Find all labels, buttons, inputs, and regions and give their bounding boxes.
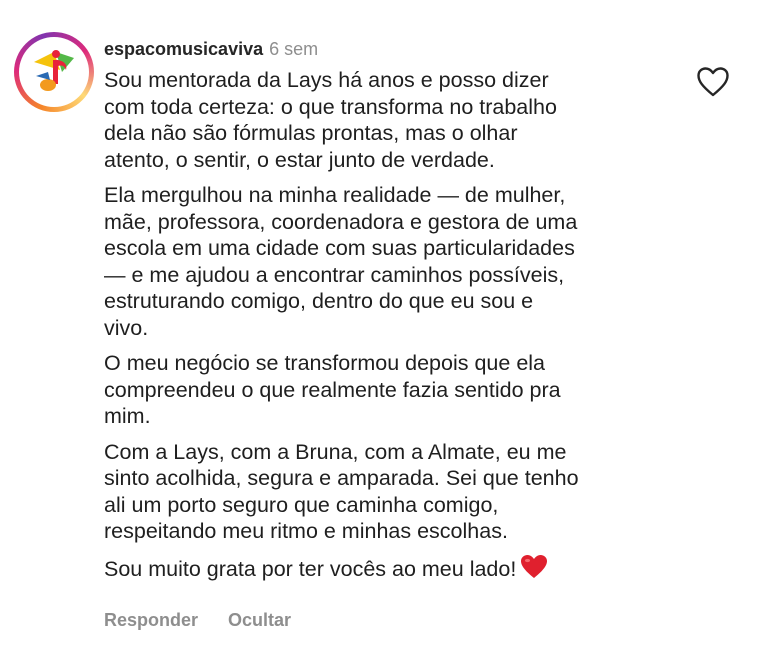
- timestamp: 6 sem: [269, 39, 319, 59]
- comment-paragraph-4: Com a Lays, com a Bruna, com a Almate, e…: [104, 439, 579, 544]
- reply-button[interactable]: Responder: [104, 610, 198, 630]
- like-button[interactable]: [696, 66, 730, 98]
- username[interactable]: espacomusicaviva: [104, 39, 263, 59]
- comment-actions: Responder Ocultar: [104, 610, 291, 631]
- heart-outline-icon: [697, 67, 729, 97]
- comment-body: Sou mentorada da Lays há anos e posso di…: [104, 67, 684, 595]
- comment-paragraph-3: O meu negócio se transformou depois que …: [104, 351, 561, 428]
- comment-paragraph-5: Sou muito grata por ter vocês ao meu lad…: [104, 554, 684, 587]
- comment-paragraph-2: Ela mergulhou na minha realidade — de mu…: [104, 183, 578, 340]
- red-heart-emoji-icon: [520, 554, 548, 587]
- hide-button[interactable]: Ocultar: [228, 610, 291, 630]
- comment-header: espacomusicaviva 6 sem: [104, 38, 318, 60]
- comment-last-line: Sou muito grata por ter vocês ao meu lad…: [104, 556, 517, 581]
- avatar-inner: [19, 37, 89, 107]
- music-logo-icon: [34, 50, 74, 91]
- comment-paragraph-1: Sou mentorada da Lays há anos e posso di…: [104, 68, 557, 172]
- avatar[interactable]: [14, 32, 94, 112]
